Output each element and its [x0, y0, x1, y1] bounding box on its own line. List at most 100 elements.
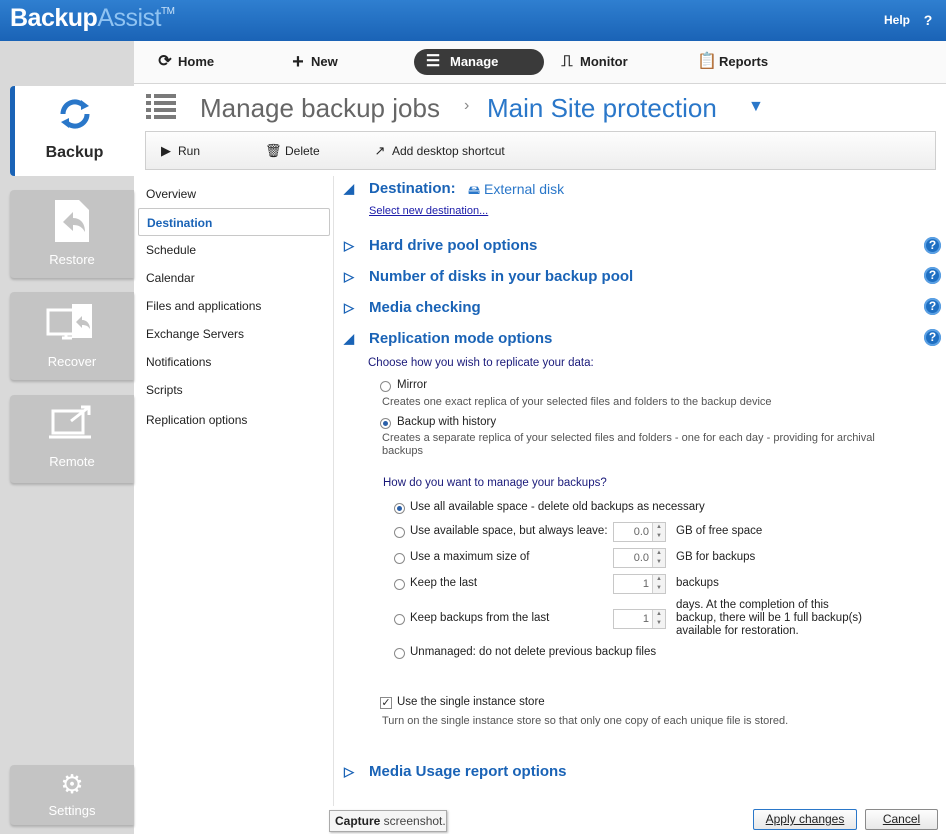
- destination-device: 🖴 External disk: [468, 181, 565, 197]
- spinner-arrows-icon[interactable]: ▲ ▼: [652, 523, 665, 541]
- history-label[interactable]: Backup with history: [397, 416, 496, 428]
- menu-item-schedule[interactable]: Schedule: [138, 236, 330, 264]
- list-icon: [146, 94, 176, 120]
- trash-icon: 🗑: [265, 143, 282, 158]
- expand-icon: ▷: [344, 300, 354, 315]
- app-logo: BackupAssistTM: [10, 4, 175, 32]
- help-link[interactable]: Help: [884, 13, 910, 27]
- section-destination[interactable]: ◢ Destination:: [344, 180, 456, 197]
- gear-icon: ⚙: [60, 769, 84, 799]
- plus-icon: +: [292, 51, 304, 73]
- backup-refresh-icon: [15, 94, 134, 143]
- help-icon[interactable]: ?: [918, 10, 938, 30]
- apply-changes-button[interactable]: Apply changes: [753, 809, 857, 830]
- list-icon: ☰: [425, 53, 441, 70]
- sidebar-item-label: Restore: [49, 252, 95, 267]
- max-size-unit: GB for backups: [676, 551, 756, 563]
- keep-last-radio[interactable]: [394, 579, 405, 590]
- sidebar-item-restore[interactable]: Restore: [10, 190, 134, 278]
- section-media-checking[interactable]: ▷ Media checking: [344, 299, 481, 316]
- nav-reports[interactable]: 📋 Reports: [697, 49, 768, 75]
- leave-space-stepper[interactable]: 0.0 ▲ ▼: [613, 522, 666, 542]
- recover-screen-icon: [10, 302, 134, 353]
- leave-space-unit: GB of free space: [676, 525, 763, 537]
- nav-new[interactable]: + New: [289, 49, 338, 75]
- sis-description: Turn on the single instance store so tha…: [382, 715, 789, 727]
- menu-item-destination[interactable]: Destination: [138, 208, 330, 236]
- history-radio[interactable]: [380, 418, 391, 429]
- section-hard-drive-pool[interactable]: ▷ Hard drive pool options: [344, 237, 537, 254]
- menu-item-files-applications[interactable]: Files and applications: [138, 292, 330, 320]
- home-icon: ⟳: [158, 53, 172, 70]
- mirror-label[interactable]: Mirror: [397, 379, 427, 391]
- collapse-icon: ◢: [344, 181, 354, 196]
- expand-icon: ▷: [344, 238, 354, 253]
- section-num-disks[interactable]: ▷ Number of disks in your backup pool: [344, 268, 633, 285]
- sidebar-item-settings[interactable]: ⚙ Settings: [10, 765, 134, 825]
- help-icon[interactable]: ?: [924, 329, 941, 346]
- history-description: Creates a separate replica of your selec…: [382, 432, 875, 444]
- run-button[interactable]: ▶ Run: [158, 143, 200, 159]
- disk-icon: 🖴: [468, 183, 481, 197]
- sidebar-item-label: Settings: [48, 803, 96, 818]
- menu-item-replication-options[interactable]: Replication options: [138, 406, 330, 434]
- help-icon[interactable]: ?: [924, 237, 941, 254]
- sidebar-item-label: Remote: [49, 454, 95, 469]
- keep-from-stepper[interactable]: 1 ▲ ▼: [613, 609, 666, 629]
- sis-label[interactable]: Use the single instance store: [397, 696, 545, 708]
- sidebar-item-backup[interactable]: Backup: [10, 86, 134, 176]
- page-title: Main Site protection: [487, 93, 717, 123]
- delete-button[interactable]: 🗑 Delete: [265, 143, 320, 159]
- keep-from-unit: backup, there will be 1 full backup(s): [676, 612, 863, 624]
- sis-checkbox[interactable]: ✓: [380, 697, 392, 709]
- keep-last-label[interactable]: Keep the last: [410, 577, 477, 589]
- main-nav: ⟳ Home + New ☰ Manage ⎍ Monitor 📋 Reports: [134, 41, 946, 84]
- nav-home[interactable]: ⟳ Home: [156, 49, 214, 75]
- replication-prompt: Choose how you wish to replicate your da…: [368, 357, 594, 369]
- max-size-label[interactable]: Use a maximum size of: [410, 551, 530, 563]
- breadcrumb-section[interactable]: Manage backup jobs: [200, 93, 440, 124]
- manage-prompt: How do you want to manage your backups?: [383, 477, 607, 489]
- settings-menu: Overview Destination Schedule Calendar F…: [138, 180, 330, 434]
- collapse-icon: ◢: [344, 331, 354, 346]
- max-size-radio[interactable]: [394, 553, 405, 564]
- all-space-radio[interactable]: [394, 503, 405, 514]
- mirror-radio[interactable]: [380, 381, 391, 392]
- cancel-button[interactable]: Cancel: [865, 809, 938, 830]
- spinner-arrows-icon[interactable]: ▲ ▼: [652, 549, 665, 567]
- all-space-label[interactable]: Use all available space - delete old bac…: [410, 501, 705, 513]
- sidebar-item-remote[interactable]: Remote: [10, 395, 134, 483]
- leave-space-radio[interactable]: [394, 527, 405, 538]
- add-shortcut-button[interactable]: ↗ Add desktop shortcut: [372, 143, 505, 159]
- spinner-arrows-icon[interactable]: ▲ ▼: [652, 610, 665, 628]
- top-bar: BackupAssistTM Help ?: [0, 0, 946, 41]
- menu-item-overview[interactable]: Overview: [138, 180, 330, 208]
- max-size-stepper[interactable]: 0.0 ▲ ▼: [613, 548, 666, 568]
- sidebar-item-label: Recover: [47, 354, 97, 369]
- menu-item-notifications[interactable]: Notifications: [138, 348, 330, 376]
- menu-item-exchange-servers[interactable]: Exchange Servers: [138, 320, 330, 348]
- sidebar-item-recover[interactable]: Recover: [10, 292, 134, 380]
- remote-laptop-icon: [10, 403, 134, 454]
- toolbar: ▶ Run 🗑 Delete ↗ Add desktop shortcut: [145, 131, 936, 170]
- unmanaged-radio[interactable]: [394, 648, 405, 659]
- menu-item-scripts[interactable]: Scripts: [138, 376, 330, 404]
- leave-space-label[interactable]: Use available space, but always leave:: [410, 525, 608, 537]
- section-replication[interactable]: ◢ Replication mode options: [344, 330, 552, 347]
- job-dropdown-icon[interactable]: ▼: [748, 98, 764, 116]
- nav-manage[interactable]: ☰ Manage: [414, 49, 544, 75]
- spinner-arrows-icon[interactable]: ▲ ▼: [652, 575, 665, 593]
- select-destination-link[interactable]: Select new destination...: [369, 205, 488, 217]
- keep-from-label[interactable]: Keep backups from the last: [410, 612, 549, 624]
- help-icon[interactable]: ?: [924, 267, 941, 284]
- unmanaged-label[interactable]: Unmanaged: do not delete previous backup…: [410, 646, 656, 658]
- help-icon[interactable]: ?: [924, 298, 941, 315]
- nav-monitor[interactable]: ⎍ Monitor: [558, 49, 627, 75]
- section-media-usage[interactable]: ▷ Media Usage report options: [344, 763, 567, 780]
- keep-last-stepper[interactable]: 1 ▲ ▼: [613, 574, 666, 594]
- clipboard-icon: 📋: [697, 53, 717, 70]
- menu-item-calendar[interactable]: Calendar: [138, 264, 330, 292]
- expand-icon: ▷: [344, 269, 354, 284]
- breadcrumb-separator: ›: [464, 97, 470, 114]
- keep-from-radio[interactable]: [394, 614, 405, 625]
